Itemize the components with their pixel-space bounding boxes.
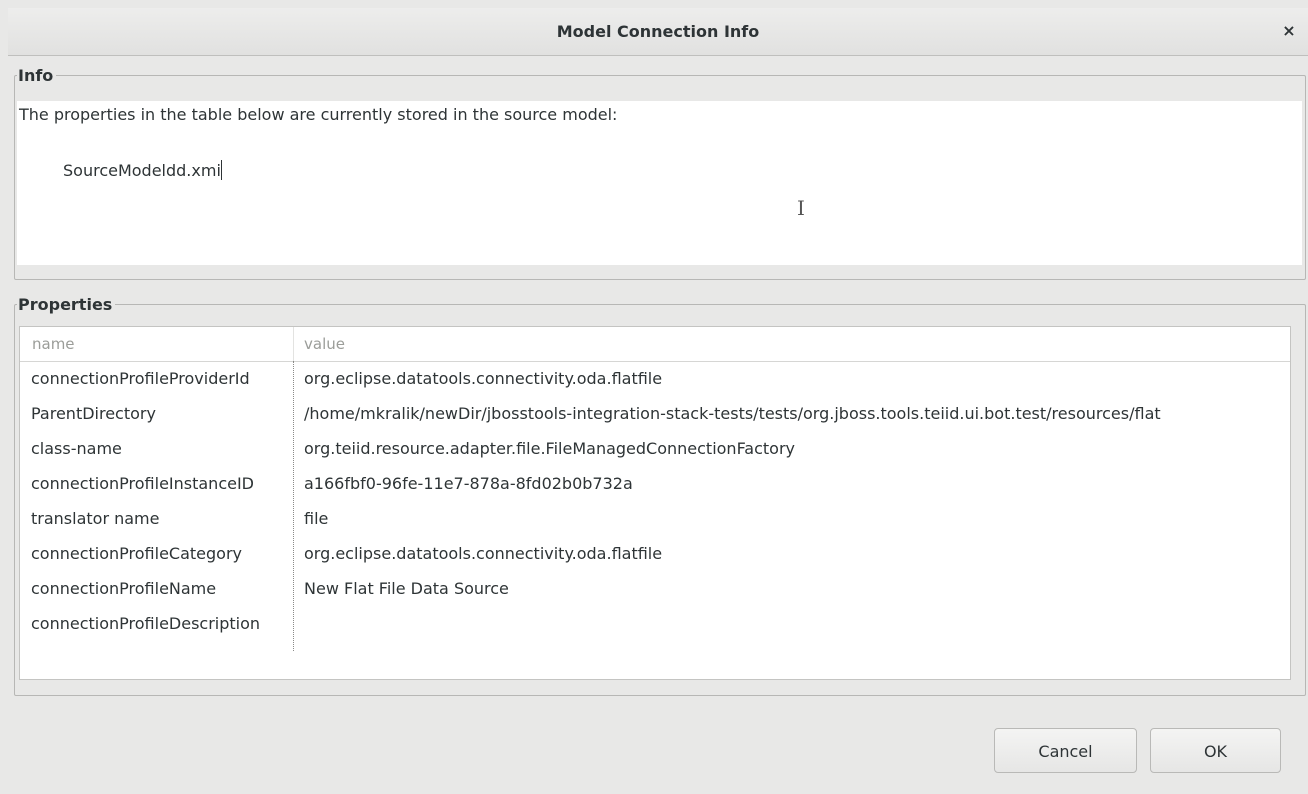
properties-table[interactable]: name value connectionProfileProviderId o…	[19, 326, 1291, 680]
info-group: Info The properties in the table below a…	[14, 66, 1306, 280]
table-header: name value	[20, 327, 1290, 362]
table-row[interactable]: ParentDirectory /home/mkralik/newDir/jbo…	[20, 396, 1290, 431]
property-value: org.eclipse.datatools.connectivity.oda.f…	[304, 544, 663, 563]
cancel-button[interactable]: Cancel	[994, 728, 1137, 773]
property-value: New Flat File Data Source	[304, 579, 509, 598]
property-name: translator name	[31, 509, 160, 528]
info-group-label: Info	[17, 66, 57, 86]
property-name: connectionProfileName	[31, 579, 217, 598]
table-row[interactable]: class-name org.teiid.resource.adapter.fi…	[20, 431, 1290, 466]
text-caret	[220, 160, 222, 180]
close-icon[interactable]: ×	[1278, 20, 1300, 42]
property-name: connectionProfileInstanceID	[31, 474, 254, 493]
info-model-file-line: SourceModeldd.xmi	[63, 160, 222, 180]
column-header-name[interactable]: name	[32, 327, 75, 361]
property-value: org.eclipse.datatools.connectivity.oda.f…	[304, 369, 663, 388]
table-row[interactable]: connectionProfileInstanceID a166fbf0-96f…	[20, 466, 1290, 501]
ibeam-cursor-icon: I	[797, 196, 805, 220]
property-value: a166fbf0-96fe-11e7-878a-8fd02b0b732a	[304, 474, 633, 493]
column-header-value[interactable]: value	[304, 327, 345, 361]
info-model-file: SourceModeldd.xmi	[63, 161, 221, 180]
property-name: connectionProfileDescription	[31, 614, 261, 633]
column-header-divider	[293, 327, 294, 361]
table-row[interactable]: connectionProfileProviderId org.eclipse.…	[20, 361, 1290, 396]
property-value: /home/mkralik/newDir/jbosstools-integrat…	[304, 404, 1161, 423]
table-row[interactable]: translator name file	[20, 501, 1290, 536]
property-value: org.teiid.resource.adapter.file.FileMana…	[304, 439, 796, 458]
property-name: ParentDirectory	[31, 404, 156, 423]
property-name: connectionProfileProviderId	[31, 369, 250, 388]
property-value: file	[304, 509, 329, 528]
dialog-titlebar: Model Connection Info ×	[8, 8, 1308, 56]
table-row[interactable]: connectionProfileCategory org.eclipse.da…	[20, 536, 1290, 571]
model-connection-info-dialog: Model Connection Info × Info The propert…	[8, 8, 1308, 794]
table-row[interactable]: connectionProfileDescription	[20, 606, 1290, 641]
dialog-title: Model Connection Info	[556, 22, 760, 41]
property-name: class-name	[31, 439, 122, 458]
info-text-area[interactable]: The properties in the table below are cu…	[17, 101, 1302, 265]
ok-button[interactable]: OK	[1150, 728, 1281, 773]
properties-group: Properties name value connectionProfileP…	[14, 295, 1306, 696]
info-description: The properties in the table below are cu…	[19, 105, 618, 124]
table-row[interactable]: connectionProfileName New Flat File Data…	[20, 571, 1290, 606]
property-name: connectionProfileCategory	[31, 544, 242, 563]
properties-group-label: Properties	[17, 295, 116, 315]
